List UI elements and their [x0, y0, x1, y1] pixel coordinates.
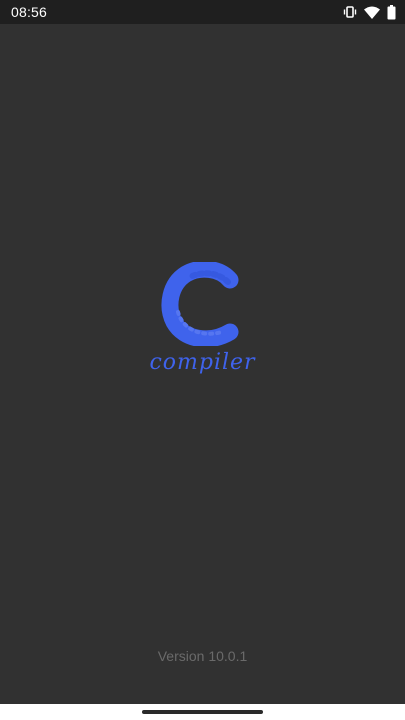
- status-time: 08:56: [11, 4, 48, 20]
- status-icons: [343, 4, 396, 20]
- logo-wordmark: compiler: [149, 350, 256, 375]
- wifi-icon: [364, 6, 380, 19]
- version-label: Version 10.0.1: [157, 648, 248, 664]
- app-logo: C compiler: [140, 262, 265, 390]
- home-indicator[interactable]: [142, 710, 263, 714]
- splash-screen: 08:56 compiler Version 10.0.1: [0, 0, 405, 720]
- navigation-bar: [0, 704, 405, 720]
- status-bar: 08:56: [0, 0, 405, 24]
- battery-icon: [387, 4, 396, 20]
- logo-c-mark: C: [161, 262, 239, 346]
- vibrate-icon: [343, 5, 357, 19]
